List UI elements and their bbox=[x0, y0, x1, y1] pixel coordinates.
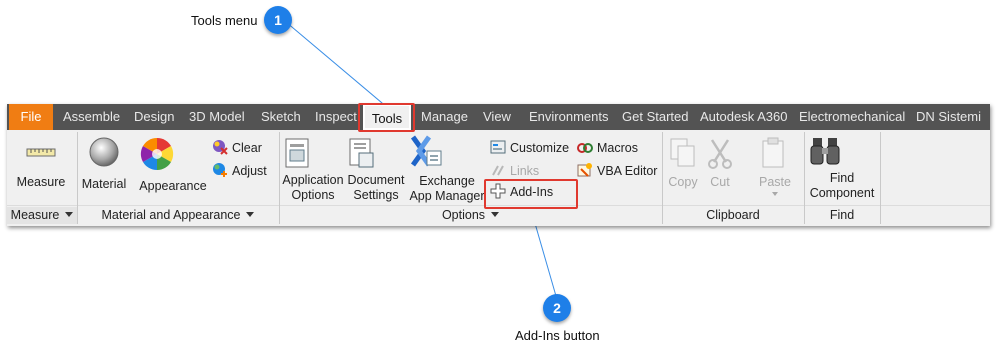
panel-title-options[interactable]: Options bbox=[280, 207, 661, 224]
tab-inspect[interactable]: Inspect bbox=[315, 104, 357, 130]
exchange-app-manager-icon bbox=[407, 133, 487, 169]
links-label: Links bbox=[510, 164, 540, 178]
application-options-label-line2: Options bbox=[291, 188, 335, 202]
ribbon-panels: Measure Measure Material Appearance Clea… bbox=[7, 130, 990, 226]
material-label: Material bbox=[81, 177, 127, 191]
macros-button[interactable]: Macros bbox=[577, 138, 638, 158]
clear-button[interactable]: Clear bbox=[212, 138, 262, 158]
application-options-button[interactable]: Application Options bbox=[281, 136, 345, 203]
paste-clipboard-icon bbox=[755, 136, 795, 170]
links-button[interactable]: Links bbox=[490, 161, 539, 181]
measure-icon bbox=[11, 138, 71, 168]
panel-title-find-text: Find bbox=[829, 208, 855, 222]
appearance-button[interactable]: Appearance bbox=[137, 136, 209, 194]
tab-file[interactable]: File bbox=[9, 104, 53, 130]
measure-button[interactable]: Measure bbox=[11, 138, 71, 190]
chevron-down-icon bbox=[246, 212, 255, 217]
links-icon bbox=[492, 165, 504, 176]
scissors-icon bbox=[704, 136, 736, 170]
document-settings-button[interactable]: Document Settings bbox=[345, 136, 407, 203]
callout-badge-2: 2 bbox=[543, 294, 571, 322]
tab-3d-model[interactable]: 3D Model bbox=[189, 104, 245, 130]
panel-title-measure[interactable]: Measure bbox=[7, 207, 77, 224]
cut-label: Cut bbox=[710, 175, 730, 189]
panel-title-material-appearance[interactable]: Material and Appearance bbox=[78, 207, 278, 224]
copy-button[interactable]: Copy bbox=[665, 136, 701, 190]
ribbon-tab-bar: File Assemble Design 3D Model Sketch Ins… bbox=[7, 104, 990, 130]
chevron-down-icon bbox=[491, 212, 500, 217]
callout-label-tools-menu: Tools menu bbox=[191, 13, 258, 28]
tools-tab-highlight bbox=[358, 103, 415, 132]
material-sphere-icon bbox=[79, 136, 129, 168]
panel-title-material-appearance-text: Material and Appearance bbox=[101, 208, 241, 222]
tab-design[interactable]: Design bbox=[134, 104, 174, 130]
binoculars-icon bbox=[807, 134, 877, 168]
ribbon: File Assemble Design 3D Model Sketch Ins… bbox=[7, 103, 990, 226]
panel-title-find: Find bbox=[805, 207, 879, 224]
adjust-label: Adjust bbox=[232, 164, 267, 178]
panel-title-options-text: Options bbox=[441, 208, 486, 222]
paste-dropdown-arrow-icon bbox=[772, 192, 778, 196]
panel-title-measure-text: Measure bbox=[10, 208, 60, 222]
appearance-label: Appearance bbox=[139, 179, 207, 193]
vba-editor-label: VBA Editor bbox=[597, 164, 658, 178]
find-component-button[interactable]: Find Component bbox=[807, 134, 877, 201]
material-button[interactable]: Material bbox=[79, 136, 129, 192]
application-options-icon bbox=[281, 136, 345, 170]
tab-get-started[interactable]: Get Started bbox=[622, 104, 688, 130]
customize-button[interactable]: Customize bbox=[490, 138, 569, 158]
document-settings-label-line1: Document bbox=[347, 173, 405, 187]
adjust-button[interactable]: Adjust bbox=[212, 161, 267, 181]
tab-electromechanical[interactable]: Electromechanical bbox=[799, 104, 905, 130]
application-options-label-line1: Application bbox=[282, 173, 344, 187]
exchange-app-manager-button[interactable]: Exchange App Manager bbox=[407, 133, 487, 204]
chevron-down-icon bbox=[65, 212, 74, 217]
exchange-label-line1: Exchange bbox=[419, 174, 475, 188]
panel-title-clipboard-text: Clipboard bbox=[706, 208, 760, 222]
macros-label: Macros bbox=[597, 141, 638, 155]
tab-environments[interactable]: Environments bbox=[529, 104, 608, 130]
tab-assemble[interactable]: Assemble bbox=[63, 104, 120, 130]
paste-button[interactable]: Paste bbox=[755, 136, 795, 196]
measure-label: Measure bbox=[16, 175, 66, 189]
callout-badge-1: 1 bbox=[264, 6, 292, 34]
copy-label: Copy bbox=[668, 175, 698, 189]
tab-sketch[interactable]: Sketch bbox=[261, 104, 301, 130]
paste-label: Paste bbox=[759, 175, 791, 189]
vba-editor-button[interactable]: VBA Editor bbox=[577, 161, 657, 181]
exchange-label-line2: App Manager bbox=[409, 189, 485, 203]
find-component-label-line1: Find bbox=[829, 171, 855, 185]
customize-icon bbox=[490, 140, 506, 154]
tab-view[interactable]: View bbox=[483, 104, 511, 130]
tab-autodesk-a360[interactable]: Autodesk A360 bbox=[700, 104, 787, 130]
callout-label-addins-button: Add-Ins button bbox=[515, 328, 600, 343]
panel-separator bbox=[880, 132, 881, 224]
add-ins-highlight bbox=[484, 179, 578, 209]
tab-dn-sistemi[interactable]: DN Sistemi bbox=[916, 104, 981, 130]
macros-icon bbox=[577, 143, 593, 153]
clear-appearance-icon bbox=[213, 140, 228, 155]
appearance-color-wheel-icon bbox=[137, 136, 209, 172]
vba-editor-icon bbox=[577, 163, 592, 177]
copy-icon bbox=[665, 136, 701, 170]
tab-manage[interactable]: Manage bbox=[421, 104, 468, 130]
find-component-label-line2: Component bbox=[809, 186, 875, 200]
cut-button[interactable]: Cut bbox=[704, 136, 736, 190]
adjust-appearance-icon bbox=[213, 163, 227, 177]
document-settings-icon bbox=[345, 136, 407, 170]
clear-label: Clear bbox=[232, 141, 262, 155]
panel-title-clipboard: Clipboard bbox=[663, 207, 803, 224]
document-settings-label-line2: Settings bbox=[353, 188, 399, 202]
customize-label: Customize bbox=[510, 141, 570, 155]
